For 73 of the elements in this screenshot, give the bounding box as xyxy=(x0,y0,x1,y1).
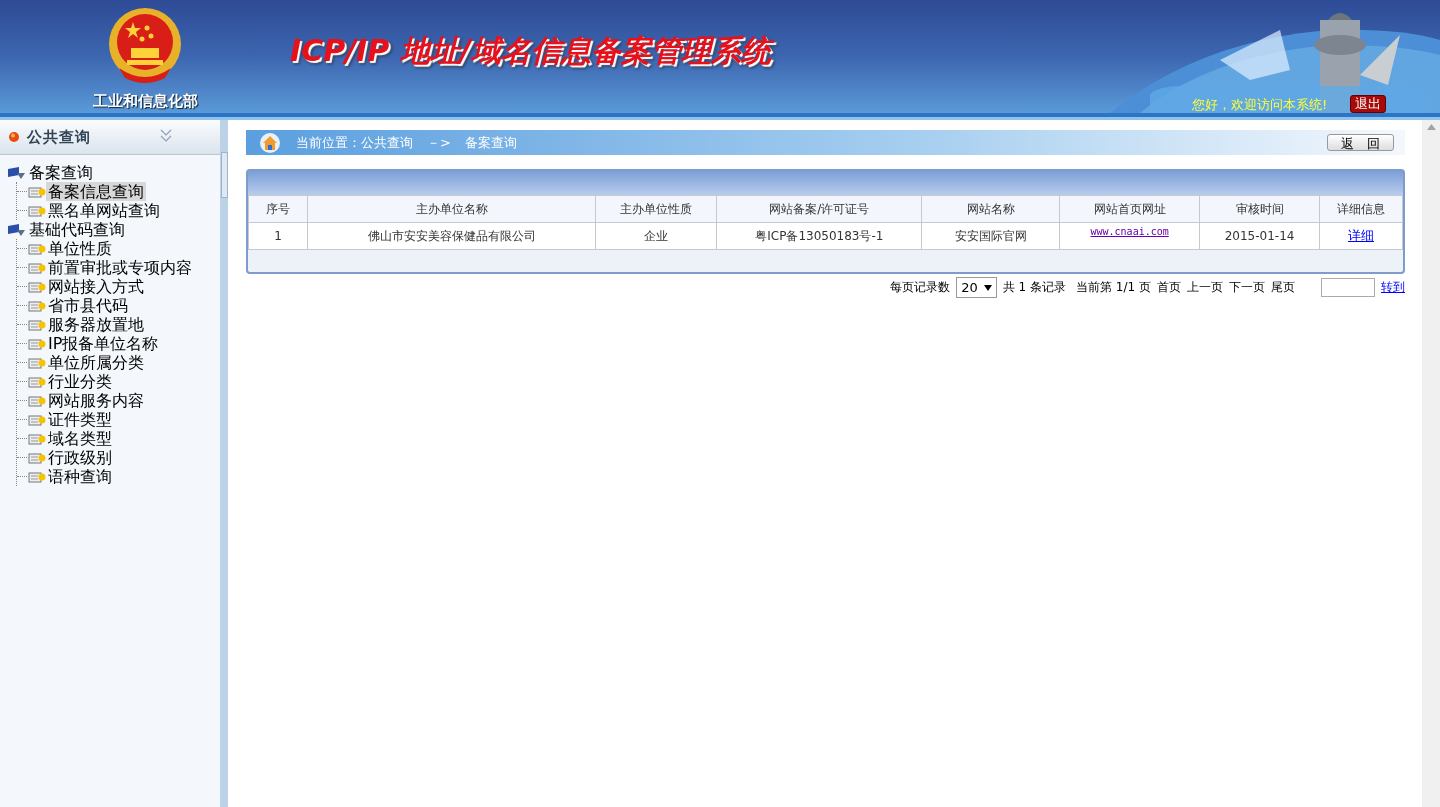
column-header: 网站首页网址 xyxy=(1059,195,1200,223)
per-page-label: 每页记录数 xyxy=(890,279,951,296)
tree-item[interactable]: 单位所属分类 xyxy=(46,353,146,372)
bullet-icon xyxy=(9,132,19,142)
column-header: 主办单位名称 xyxy=(307,195,596,223)
tree-item[interactable]: 服务器放置地 xyxy=(46,315,146,334)
tree-item[interactable]: 语种查询 xyxy=(46,467,114,486)
folder-arrow-icon xyxy=(7,165,27,180)
page-nav-text[interactable]: 首页 xyxy=(1157,279,1181,296)
document-icon xyxy=(28,261,46,274)
tree-item[interactable]: 域名类型 xyxy=(46,429,114,448)
page-number-field[interactable] xyxy=(1321,278,1375,297)
document-icon xyxy=(28,337,46,350)
panel-title: 公共查询 xyxy=(27,127,91,147)
document-icon xyxy=(28,375,46,388)
scroll-up-icon[interactable] xyxy=(1426,124,1436,130)
page-indicator: 当前第 1/1 页 xyxy=(1076,279,1151,296)
tree-item[interactable]: IP报备单位名称 xyxy=(46,334,161,353)
column-header: 审核时间 xyxy=(1199,195,1320,223)
document-icon xyxy=(28,413,46,426)
document-icon xyxy=(28,470,46,483)
breadcrumb-arrow: －> xyxy=(427,133,451,152)
document-icon xyxy=(28,394,46,407)
dropdown-arrow-icon xyxy=(983,284,992,291)
record-count: 共 1 条记录 xyxy=(1002,279,1067,296)
breadcrumb-location: 当前位置：公共查询 xyxy=(296,133,413,152)
tree-group[interactable]: 基础代码查询 xyxy=(27,220,127,239)
tree-group[interactable]: 备案查询 xyxy=(27,163,95,182)
document-icon xyxy=(28,185,46,198)
folder-arrow-icon xyxy=(7,222,27,237)
page-nav-text[interactable]: 下一页 xyxy=(1229,279,1265,296)
document-icon xyxy=(28,299,46,312)
document-icon xyxy=(28,432,46,445)
ministry-name: 工业和信息化部 xyxy=(92,92,198,111)
tree-item[interactable]: 行政级别 xyxy=(46,448,114,467)
table-cell: 安安国际官网 xyxy=(921,222,1060,250)
table-cell: 粤ICP备13050183号-1 xyxy=(716,222,922,250)
table-cell: 企业 xyxy=(595,222,717,250)
tree-item[interactable]: 证件类型 xyxy=(46,410,114,429)
home-icon[interactable] xyxy=(260,132,280,153)
document-icon xyxy=(28,356,46,369)
splitter-handle[interactable] xyxy=(220,152,228,198)
back-button[interactable]: 返 回 xyxy=(1327,134,1394,151)
tree-item[interactable]: 单位性质 xyxy=(46,239,114,258)
column-header: 详细信息 xyxy=(1319,195,1403,223)
document-icon xyxy=(28,280,46,293)
column-header: 序号 xyxy=(248,195,308,223)
tree-item[interactable]: 黑名单网站查询 xyxy=(46,201,162,220)
tree-item[interactable]: 网站服务内容 xyxy=(46,391,146,410)
tree-item[interactable]: 网站接入方式 xyxy=(46,277,146,296)
page-nav-text[interactable]: 尾页 xyxy=(1271,279,1295,296)
table-cell: 佛山市安安美容保健品有限公司 xyxy=(307,222,596,250)
detail-link[interactable]: 详细 xyxy=(1347,228,1374,243)
document-icon xyxy=(28,242,46,255)
table-cell: 2015-01-14 xyxy=(1199,222,1320,250)
tree-item[interactable]: 省市县代码 xyxy=(46,296,130,315)
column-header: 网站备案/许可证号 xyxy=(716,195,922,223)
tree-item[interactable]: 备案信息查询 xyxy=(46,182,146,201)
tree-item[interactable]: 行业分类 xyxy=(46,372,114,391)
column-header: 网站名称 xyxy=(921,195,1060,223)
go-link[interactable]: 转到 xyxy=(1381,279,1405,296)
collapse-chevron-icon[interactable] xyxy=(160,128,172,143)
table-cell: 1 xyxy=(248,222,308,250)
document-icon xyxy=(28,204,46,217)
column-header: 主办单位性质 xyxy=(595,195,717,223)
welcome-text: 您好，欢迎访问本系统! xyxy=(1192,96,1328,114)
breadcrumb-current: 备案查询 xyxy=(464,133,517,152)
document-icon xyxy=(28,451,46,464)
page-nav-text[interactable]: 上一页 xyxy=(1187,279,1223,296)
per-page-select[interactable]: 20 xyxy=(956,277,997,298)
logout-button[interactable]: 退出 xyxy=(1350,95,1386,113)
document-icon xyxy=(28,318,46,331)
tree-item[interactable]: 前置审批或专项内容 xyxy=(46,258,194,277)
